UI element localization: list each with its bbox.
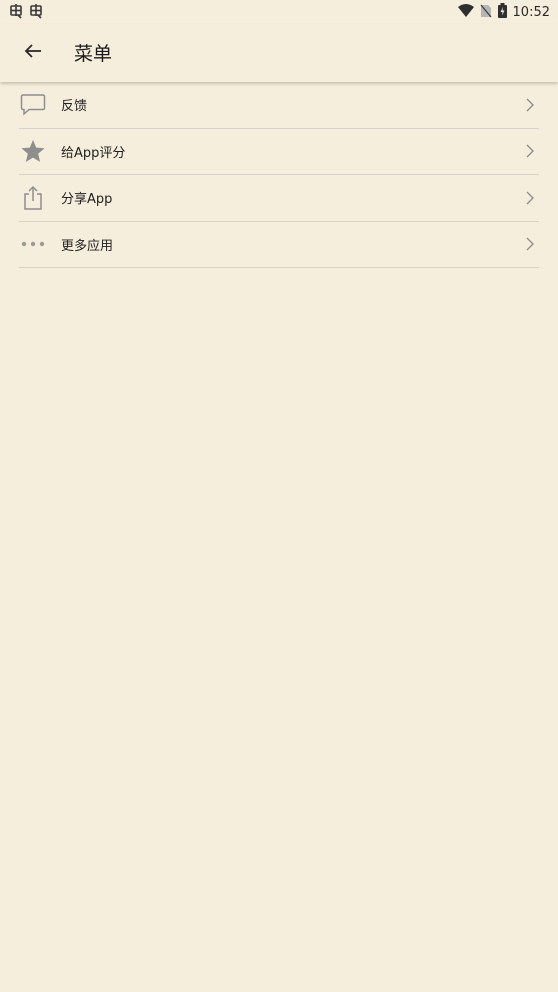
page-title: 菜单 [74, 43, 113, 65]
bug-icon [28, 3, 44, 19]
menu-item-more-apps[interactable]: 更多应用 [19, 222, 539, 268]
menu-item-share-app[interactable]: 分享App [19, 175, 539, 222]
menu-item-label: 分享App [61, 192, 113, 208]
system-icons: 10:52 [457, 3, 550, 22]
arrow-left-icon [24, 43, 42, 63]
menu-item-label: 更多应用 [61, 238, 114, 254]
star-icon [19, 137, 47, 165]
menu-list: 反馈 给App评分 分享App 更多应用 [19, 82, 539, 268]
wifi-icon [457, 3, 474, 22]
status-bar: 10:52 [0, 0, 558, 24]
chevron-right-icon [523, 97, 537, 113]
more-horizontal-icon [19, 230, 47, 258]
menu-item-rate-app[interactable]: 给App评分 [19, 129, 539, 175]
app-bar: 菜单 [0, 24, 558, 82]
menu-item-label: 给App评分 [61, 145, 126, 161]
back-button[interactable] [14, 34, 52, 72]
chevron-right-icon [523, 236, 537, 252]
chevron-right-icon [523, 190, 537, 206]
menu-item-label: 反馈 [61, 99, 88, 115]
battery-icon [497, 3, 507, 22]
chat-bubble-icon [19, 91, 47, 119]
share-icon [19, 184, 47, 212]
notification-icons [8, 3, 44, 19]
menu-item-feedback[interactable]: 反馈 [19, 82, 539, 129]
no-sim-icon [480, 3, 492, 22]
status-time: 10:52 [512, 5, 550, 20]
bug-icon [8, 3, 24, 19]
chevron-right-icon [523, 143, 537, 159]
